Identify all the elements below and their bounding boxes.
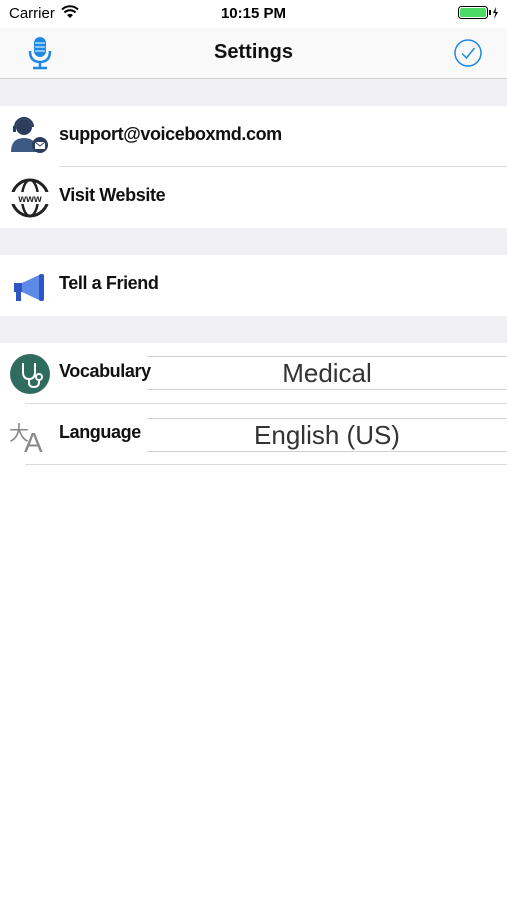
page-title: Settings — [214, 41, 293, 63]
visit-website-row[interactable]: www Visit Website — [0, 167, 507, 227]
support-email-row[interactable]: support@voiceboxmd.com — [0, 106, 507, 166]
tell-a-friend-row[interactable]: Tell a Friend — [0, 255, 507, 315]
section-spacer — [0, 228, 507, 255]
section-spacer — [0, 316, 507, 343]
battery-icon — [458, 6, 500, 24]
clock: 10:15 PM — [220, 5, 287, 22]
vocabulary-row: Vocabulary Medical — [0, 343, 507, 403]
checkmark-circle-icon[interactable] — [453, 38, 483, 68]
divider — [25, 464, 507, 465]
section-spacer — [0, 79, 507, 106]
translate-icon: 大 A — [9, 414, 51, 458]
megaphone-icon — [9, 265, 51, 307]
language-picker[interactable]: English (US) — [147, 418, 507, 452]
visit-website-label: Visit Website — [59, 185, 166, 205]
globe-www-icon: www — [9, 177, 51, 219]
support-agent-icon — [9, 116, 51, 158]
svg-text:www: www — [17, 194, 42, 205]
stethoscope-icon — [9, 353, 51, 395]
language-row: 大 A Language English (US) — [0, 404, 507, 464]
vocabulary-label: Vocabulary — [59, 361, 151, 381]
status-bar: Carrier 10:15 PM — [0, 0, 507, 28]
support-email-label: support@voiceboxmd.com — [59, 124, 282, 144]
navigation-bar: Settings — [0, 28, 507, 79]
language-label: Language — [59, 422, 141, 442]
svg-text:A: A — [24, 427, 43, 456]
vocabulary-picker[interactable]: Medical — [147, 356, 507, 390]
tell-a-friend-label: Tell a Friend — [59, 273, 159, 293]
